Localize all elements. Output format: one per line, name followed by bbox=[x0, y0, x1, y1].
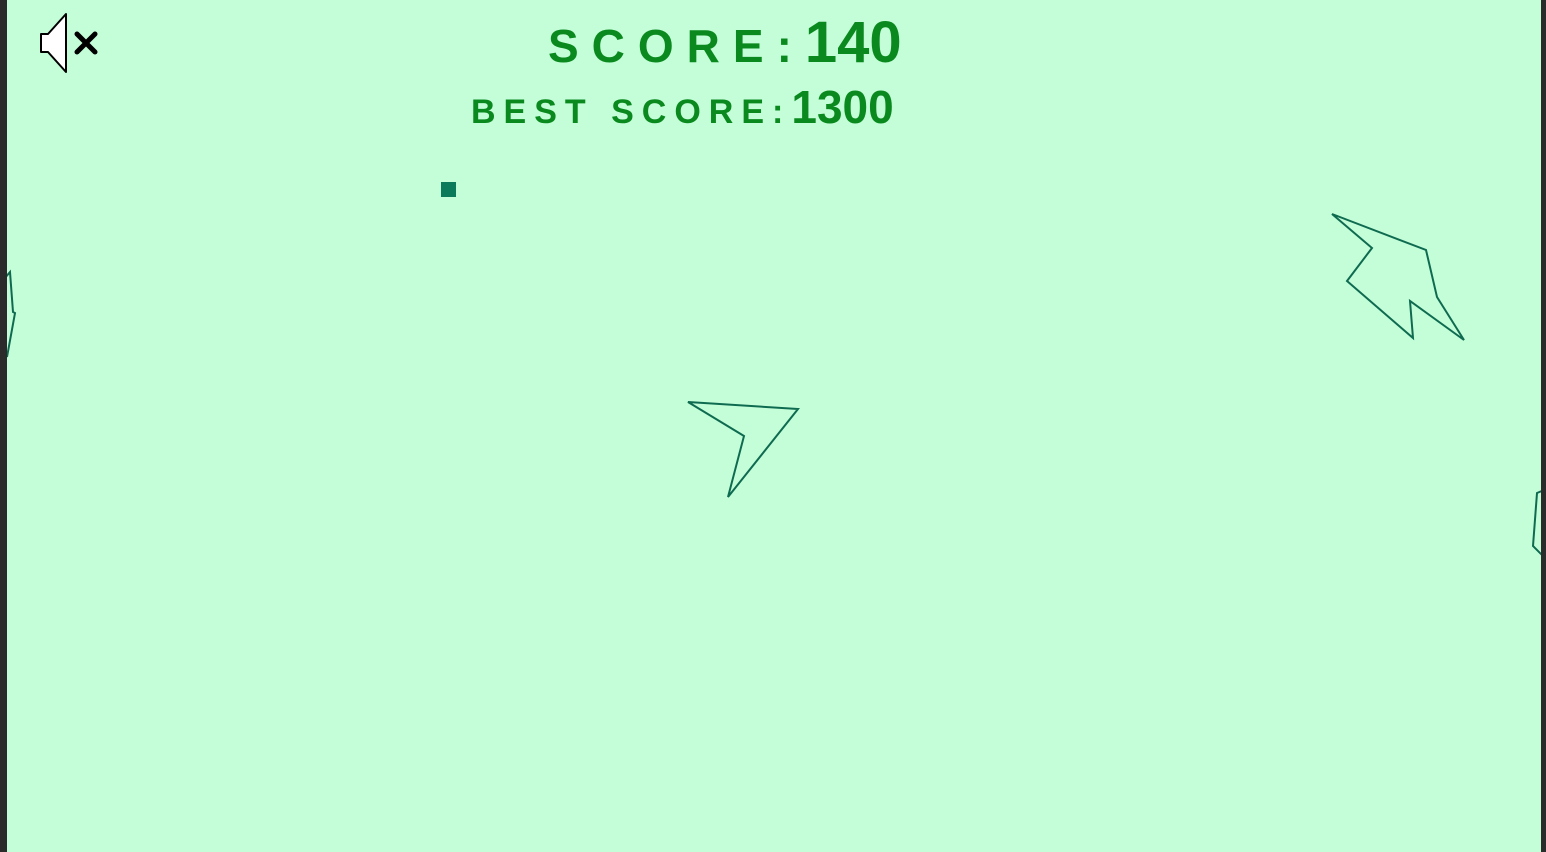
asteroid bbox=[7, 269, 17, 358]
asteroid bbox=[1531, 490, 1541, 556]
bullet bbox=[441, 182, 456, 197]
player-ship bbox=[687, 401, 800, 498]
game-viewport: SCORE:140 BEST SCORE:1300 bbox=[0, 0, 1546, 852]
game-area[interactable]: SCORE:140 BEST SCORE:1300 bbox=[7, 0, 1541, 852]
playfield bbox=[7, 182, 1541, 556]
asteroid bbox=[1331, 213, 1465, 341]
